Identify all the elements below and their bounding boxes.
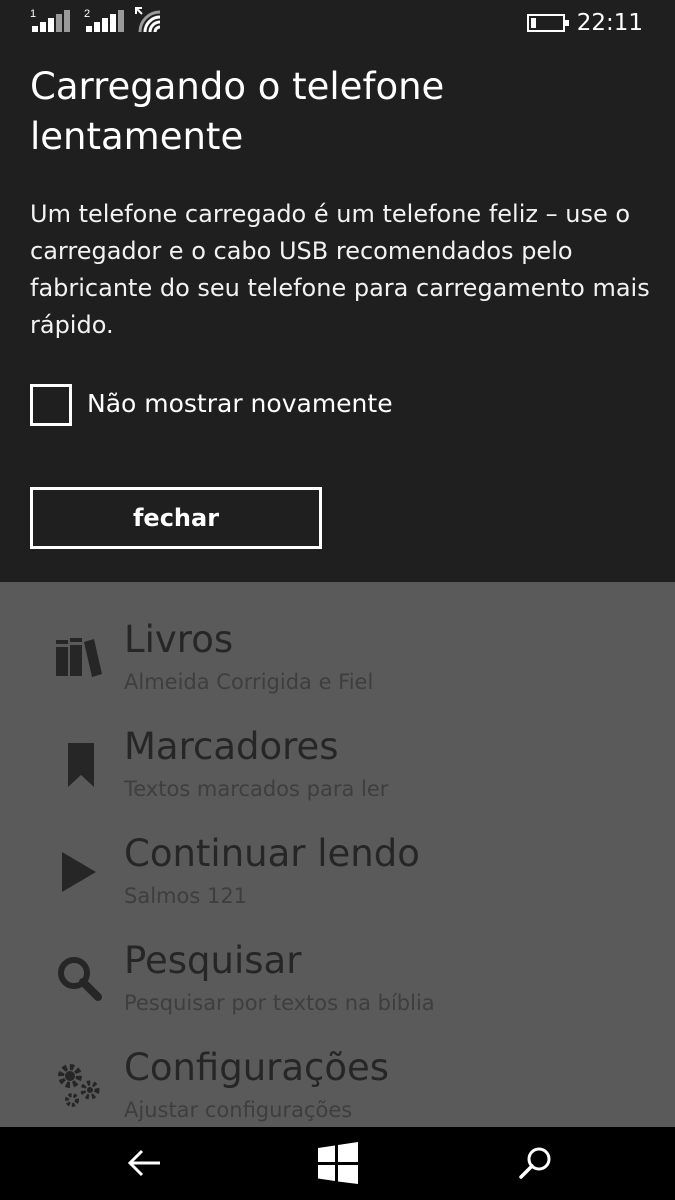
wifi-icon (135, 7, 161, 33)
sim2-label: 2 (84, 8, 90, 20)
menu-item-title: Pesquisar (124, 939, 302, 982)
search-icon (58, 957, 102, 1001)
search-icon[interactable] (514, 1141, 558, 1185)
menu-item-livros[interactable]: Livros Almeida Corrigida e Fiel (0, 612, 675, 719)
menu-item-title: Livros (124, 618, 234, 661)
close-button[interactable]: fechar (30, 487, 322, 549)
signal-strength-sim1-icon: 1 (30, 8, 70, 32)
dont-show-again-checkbox[interactable] (30, 384, 72, 426)
menu-item-subtitle: Ajustar configurações (124, 1098, 353, 1122)
main-menu: Livros Almeida Corrigida e Fiel Marcador… (0, 612, 675, 1147)
status-bar: 1 2 22:11 (0, 0, 675, 46)
charging-dialog: Carregando o telefone lentamente Um tele… (0, 46, 675, 582)
menu-item-title: Marcadores (124, 725, 339, 768)
menu-item-subtitle: Textos marcados para ler (124, 777, 389, 801)
play-icon (62, 852, 96, 892)
dont-show-again-label[interactable]: Não mostrar novamente (87, 386, 393, 422)
signal-strength-sim2-icon: 2 (84, 8, 124, 32)
gears-icon (58, 1064, 100, 1107)
clock: 22:11 (576, 10, 643, 36)
menu-item-subtitle: Pesquisar por textos na bíblia (124, 991, 435, 1015)
menu-item-subtitle: Salmos 121 (124, 884, 248, 908)
dialog-title: Carregando o telefone lentamente (30, 65, 445, 158)
books-icon (56, 638, 102, 677)
navigation-bar (0, 1127, 675, 1200)
dialog-message: Um telefone carregado é um telefone feli… (30, 200, 650, 339)
back-arrow-icon[interactable] (122, 1141, 166, 1185)
sim1-label: 1 (30, 8, 36, 20)
menu-item-marcadores[interactable]: Marcadores Textos marcados para ler (0, 719, 675, 826)
windows-logo-icon[interactable] (316, 1141, 360, 1185)
menu-item-pesquisar[interactable]: Pesquisar Pesquisar por textos na bíblia (0, 933, 675, 1040)
menu-item-continuar-lendo[interactable]: Continuar lendo Salmos 121 (0, 826, 675, 933)
bookmark-icon (68, 743, 94, 787)
menu-item-title: Continuar lendo (124, 832, 420, 875)
menu-item-subtitle: Almeida Corrigida e Fiel (124, 670, 374, 694)
menu-item-title: Configurações (124, 1046, 390, 1089)
battery-icon (527, 14, 569, 32)
